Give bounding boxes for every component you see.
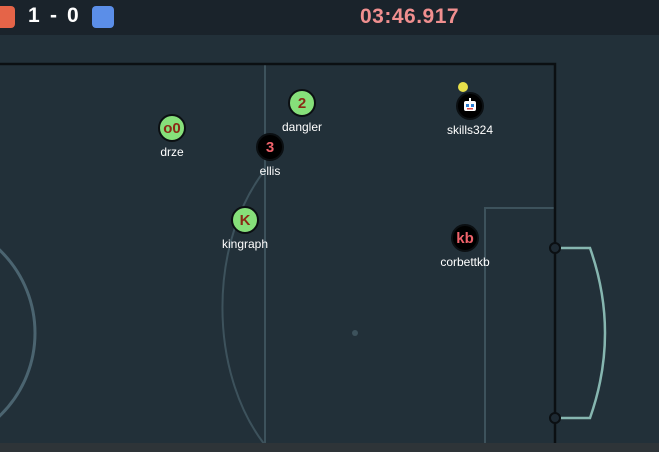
player-dangler[interactable]: 2 dangler	[282, 89, 322, 134]
player-avatar-text: kb	[456, 229, 474, 247]
robot-face-icon	[464, 98, 476, 111]
player-kingraph[interactable]: K kingraph	[222, 206, 268, 251]
field-spot	[352, 330, 358, 336]
red-score: 1	[28, 4, 40, 27]
player-name: dangler	[281, 120, 323, 134]
player-name: kingraph	[221, 237, 269, 251]
player-name: corbettkb	[440, 255, 490, 269]
bottom-bar	[0, 443, 659, 452]
player-avatar-text: 2	[297, 94, 307, 112]
player-disc: K	[231, 206, 259, 234]
center-circle	[0, 248, 37, 418]
blue-score: 0	[67, 4, 79, 27]
field-lines	[0, 62, 607, 443]
player-corbettkb[interactable]: kb corbettkb	[440, 224, 490, 269]
player-disc	[456, 92, 484, 120]
player-ellis[interactable]: 3 ellis	[254, 133, 286, 178]
player-disc: kb	[451, 224, 479, 252]
score-separator: -	[50, 4, 57, 27]
player-name: skills324	[446, 123, 494, 137]
player-drze[interactable]: o0 drze	[156, 114, 188, 159]
match-timer: 03:46.917	[360, 5, 460, 28]
penalty-box	[484, 207, 555, 443]
player-skills324[interactable]: skills324	[447, 92, 493, 137]
scoreboard-bar: 1 - 0 03:46.917	[0, 0, 659, 35]
goal-post-top	[549, 242, 561, 254]
red-team-indicator	[0, 6, 15, 28]
field-boundary	[0, 62, 557, 443]
goal-post-bottom	[549, 412, 561, 424]
blue-team-indicator	[92, 6, 114, 28]
player-name: drze	[160, 145, 184, 159]
player-name: ellis	[259, 164, 281, 178]
goal-net	[555, 246, 607, 420]
player-avatar-text: o0	[163, 119, 181, 137]
chat-indicator-dot	[458, 82, 468, 92]
player-avatar-text: K	[239, 211, 251, 229]
player-disc: o0	[158, 114, 186, 142]
game-field[interactable]	[0, 35, 659, 443]
player-avatar-text: 3	[265, 138, 275, 156]
player-disc: 2	[288, 89, 316, 117]
player-disc: 3	[256, 133, 284, 161]
